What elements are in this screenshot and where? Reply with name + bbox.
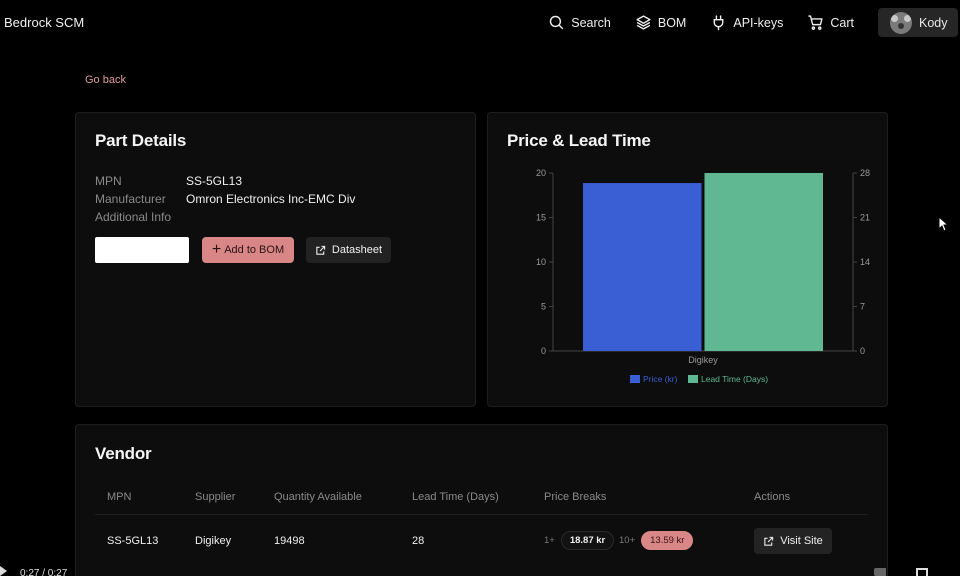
y-right-tick-label: 0 — [860, 346, 865, 356]
legend-label: Price (kr) — [643, 374, 678, 384]
manufacturer-value: Omron Electronics Inc-EMC Div — [186, 192, 356, 206]
legend-label: Lead Time (Days) — [701, 374, 768, 384]
visit-site-label: Visit Site — [780, 535, 823, 547]
column-header-mpn: MPN — [107, 491, 132, 503]
row-supplier: Digikey — [195, 535, 232, 547]
external-link-icon — [316, 245, 326, 255]
go-back-link[interactable]: Go back — [85, 74, 126, 86]
additional-info-label: Additional Info — [95, 210, 172, 224]
chart-card-title: Price & Lead Time — [507, 131, 651, 150]
plus-icon: + — [211, 240, 222, 258]
column-header-quantity: Quantity Available — [274, 491, 362, 503]
mpn-value: SS-5GL13 — [186, 174, 243, 188]
y-left-tick-label: 5 — [541, 302, 546, 312]
row-mpn: SS-5GL13 — [107, 535, 159, 547]
legend-swatch — [688, 375, 698, 383]
quantity-input[interactable] — [95, 237, 189, 263]
row-quantity: 19498 — [274, 535, 305, 547]
y-right-tick-label: 21 — [860, 213, 870, 223]
nav-cart[interactable]: Cart — [807, 14, 854, 31]
x-category-label: Digikey — [688, 355, 718, 365]
video-timestamp: 0:27 / 0:27 — [20, 568, 68, 576]
top-navbar: Bedrock SCM Search BOM API-keys Cart Kod… — [0, 0, 960, 44]
user-name: Kody — [919, 15, 948, 30]
cart-icon — [808, 15, 823, 30]
legend-swatch — [630, 375, 640, 383]
datasheet-label: Datasheet — [331, 244, 383, 256]
bar-price-kr — [583, 183, 702, 351]
price-break-price: 18.87 kr — [560, 531, 615, 550]
y-left-tick-label: 15 — [536, 213, 546, 223]
nav-cart-label: Cart — [830, 15, 854, 30]
price-break-2: 10+ 13.59 kr — [619, 531, 694, 550]
part-details-title: Part Details — [95, 131, 187, 150]
nav-api-keys-label: API-keys — [733, 15, 784, 30]
user-menu-button[interactable]: Kody — [878, 8, 958, 37]
price-break-qty: 10+ — [619, 535, 636, 546]
mpn-label: MPN — [95, 174, 122, 188]
y-left-tick-label: 20 — [536, 168, 546, 178]
y-right-tick-label: 7 — [860, 302, 865, 312]
part-details-card: Part Details MPN SS-5GL13 Manufacturer O… — [75, 112, 476, 407]
nav-search-label: Search — [571, 15, 611, 30]
column-header-actions: Actions — [754, 491, 791, 503]
column-header-price-breaks: Price Breaks — [544, 491, 607, 503]
search-icon — [550, 15, 564, 30]
price-lead-time-chart: 0 5 10 15 20 0 7 14 21 28 Digikey Price (kr) Lead Ti… — [536, 168, 870, 384]
vendor-card: Vendor MPN Supplier Quantity Available L… — [75, 424, 888, 576]
nav-menu: Search BOM API-keys Cart Kody — [548, 8, 960, 37]
table-divider — [95, 514, 868, 515]
price-break-price-highlighted: 13.59 kr — [641, 531, 694, 550]
external-link-icon — [764, 536, 774, 546]
y-left-tick-label: 0 — [541, 346, 546, 356]
fullscreen-icon[interactable] — [916, 568, 928, 576]
nav-bom-label: BOM — [657, 15, 687, 30]
datasheet-button[interactable]: Datasheet — [306, 237, 391, 263]
price-lead-time-card: 0 5 10 15 20 0 7 14 21 28 Digikey Price (kr) Lead Ti… — [487, 112, 888, 407]
mouse-cursor-icon — [938, 216, 950, 232]
add-to-bom-label: Add to BOM — [224, 244, 285, 256]
app-title[interactable]: Bedrock SCM — [4, 15, 84, 30]
y-right-tick-label: 14 — [860, 257, 870, 267]
y-left-tick-label: 10 — [536, 257, 546, 267]
vendor-title: Vendor — [95, 444, 152, 463]
bar-lead-time-days — [704, 173, 823, 351]
layers-icon — [636, 15, 651, 30]
additional-info-row: Additional Info — [95, 210, 171, 224]
manufacturer-label: Manufacturer — [95, 192, 166, 206]
avatar — [890, 11, 912, 34]
column-header-lead-time: Lead Time (Days) — [412, 491, 499, 503]
column-header-supplier: Supplier — [195, 491, 236, 503]
play-icon[interactable] — [0, 566, 7, 576]
volume-icon[interactable] — [874, 568, 886, 576]
y-right-tick-label: 28 — [860, 168, 870, 178]
visit-site-button[interactable]: Visit Site — [754, 528, 832, 554]
plug-icon — [713, 15, 724, 31]
mpn-row: MPN SS-5GL13 — [95, 174, 242, 188]
row-lead-time: 28 — [412, 535, 425, 547]
manufacturer-row: Manufacturer Omron Electronics Inc-EMC D… — [95, 192, 355, 206]
nav-api-keys[interactable]: API-keys — [710, 14, 783, 31]
add-to-bom-button[interactable]: + Add to BOM — [202, 237, 294, 263]
nav-bom[interactable]: BOM — [635, 14, 686, 31]
price-break-1: 1+ 18.87 kr — [544, 531, 615, 550]
price-break-qty: 1+ — [544, 535, 555, 546]
nav-search[interactable]: Search — [548, 14, 611, 31]
